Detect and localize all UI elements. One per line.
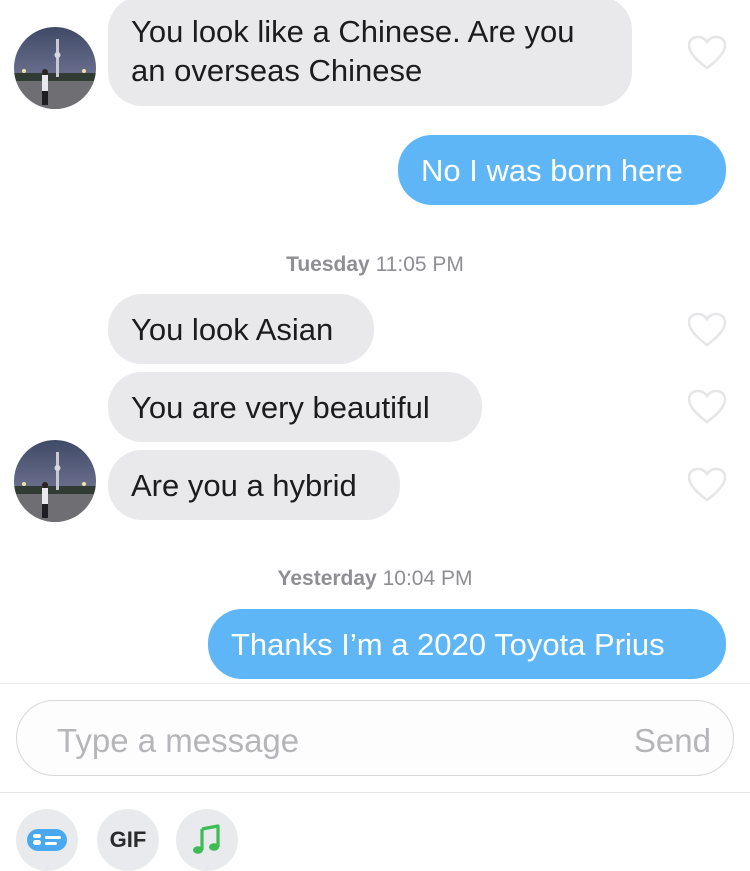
message-text: No I was born here (421, 152, 683, 188)
incoming-message[interactable]: You look Asian (108, 294, 374, 364)
avatar[interactable] (14, 440, 96, 522)
send-button[interactable]: Send (634, 722, 711, 760)
heart-icon[interactable] (687, 35, 727, 71)
avatar[interactable] (14, 27, 96, 109)
message-input-placeholder: Type a message (57, 722, 300, 759)
gif-label: GIF (109, 827, 147, 852)
timestamp: Yesterday 10:04 PM (0, 567, 750, 591)
contact-card-button[interactable] (16, 809, 78, 871)
heart-icon[interactable] (687, 467, 727, 503)
outgoing-message[interactable]: No I was born here (398, 135, 726, 205)
gif-button[interactable]: GIF (97, 809, 159, 871)
incoming-message[interactable]: You are very beautiful (108, 372, 482, 442)
message-text: You look Asian (131, 311, 334, 347)
message-text: Are you a hybrid (131, 467, 357, 503)
message-text: You are very beautiful (131, 389, 430, 425)
outgoing-message[interactable]: Thanks I’m a 2020 Toyota Prius (208, 609, 726, 679)
divider (0, 792, 750, 793)
message-text: You look like a Chinese. Are you (131, 14, 575, 49)
timestamp-day: Yesterday (277, 567, 377, 590)
message-input[interactable]: Type a message Send (16, 700, 734, 776)
incoming-message[interactable]: You look like a Chinese. Are you an over… (108, 0, 632, 106)
music-note-icon (193, 824, 220, 854)
timestamp-time: 10:04 PM (382, 567, 473, 590)
heart-icon[interactable] (687, 389, 727, 425)
timestamp-time: 11:05 PM (375, 253, 464, 276)
music-button[interactable] (176, 809, 238, 871)
message-text: Thanks I’m a 2020 Toyota Prius (231, 626, 665, 662)
heart-icon[interactable] (687, 312, 727, 348)
timestamp: Tuesday 11:05 PM (0, 253, 750, 277)
message-text: an overseas Chinese (131, 53, 423, 88)
contact-card-icon (27, 829, 67, 851)
incoming-message[interactable]: Are you a hybrid (108, 450, 400, 520)
timestamp-day: Tuesday (286, 253, 370, 276)
